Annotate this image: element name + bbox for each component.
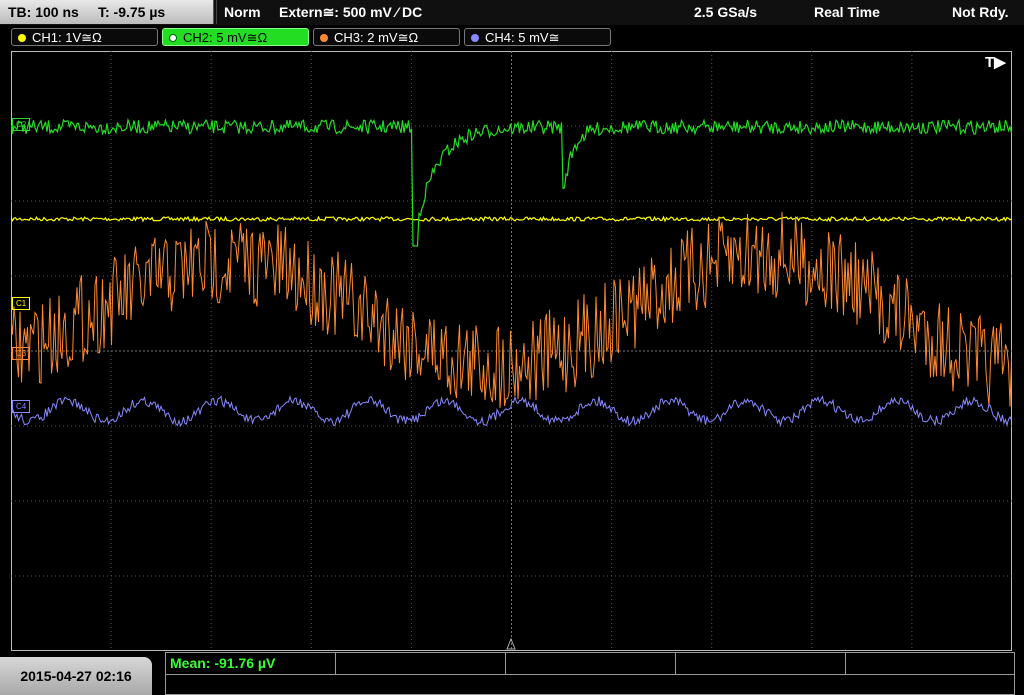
channel-2-color-icon xyxy=(169,34,177,42)
channel-4-marker[interactable]: C4 xyxy=(12,400,31,413)
time-offset: T: -9.75 µs xyxy=(98,4,166,20)
channel-4-button[interactable]: CH4: 5 mV≅ xyxy=(464,28,611,46)
channel-3-label: CH3: 2 mV≅Ω xyxy=(334,30,419,45)
channel-3-marker[interactable]: C3 xyxy=(12,347,31,360)
measurement-panel[interactable]: Mean: -91.76 µV xyxy=(165,652,1015,695)
acquisition-status: Not Rdy. xyxy=(952,4,1009,20)
channel-3-button[interactable]: CH3: 2 mV≅Ω xyxy=(313,28,460,46)
channel-1-button[interactable]: CH1: 1V≅Ω xyxy=(11,28,158,46)
trigger-mode[interactable]: Norm xyxy=(224,0,261,24)
channel-4-label: CH4: 5 mV≅ xyxy=(485,30,560,45)
channel-1-marker[interactable]: C1 xyxy=(12,297,31,310)
date-time: 2015-04-27 02:16 xyxy=(0,657,152,695)
channel-3-trace xyxy=(11,211,1012,408)
channel-2-marker[interactable]: C2 xyxy=(12,118,31,131)
status-bar: TB: 100 ns T: -9.75 µs Norm Extern≅: 500… xyxy=(0,0,1024,25)
acquisition-mode: Real Time xyxy=(814,4,880,20)
channel-1-label: CH1: 1V≅Ω xyxy=(32,30,102,45)
mean-measurement: Mean: -91.76 µV xyxy=(170,655,276,671)
timebase: TB: 100 ns xyxy=(8,4,79,20)
channel-2-button[interactable]: CH2: 5 mV≅Ω xyxy=(162,28,309,46)
timebase-box[interactable]: TB: 100 ns T: -9.75 µs xyxy=(0,0,214,24)
trigger-marker: T▶ xyxy=(985,54,1006,71)
sample-rate: 2.5 GSa/s xyxy=(694,4,758,20)
channel-3-color-icon xyxy=(320,34,328,42)
channel-1-color-icon xyxy=(18,34,26,42)
trigger-source[interactable]: Extern≅: 500 mV ⁄ DC xyxy=(279,0,422,24)
channel-2-label: CH2: 5 mV≅Ω xyxy=(183,30,268,45)
channel-4-color-icon xyxy=(471,34,479,42)
waveform-canvas xyxy=(11,51,1012,651)
